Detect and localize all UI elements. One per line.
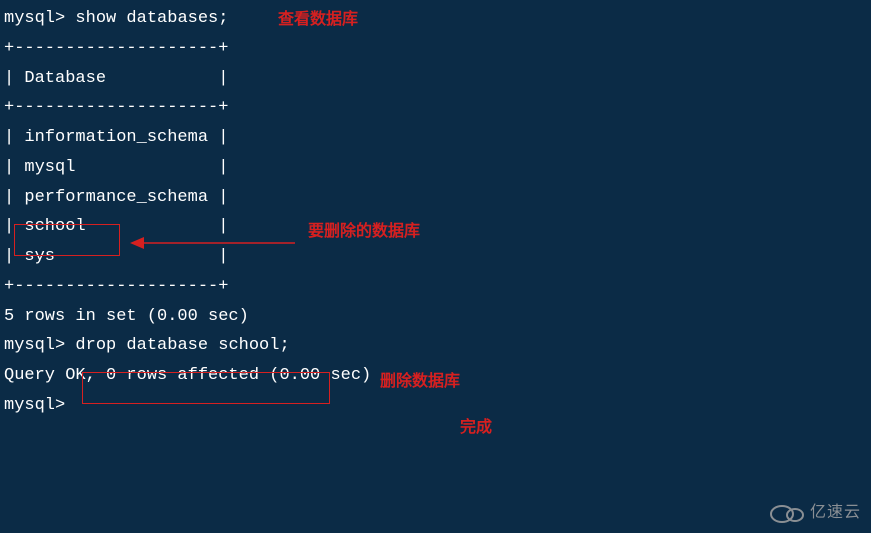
table-row: | information_schema | (4, 123, 867, 153)
annotation-to-delete: 要删除的数据库 (308, 218, 420, 246)
prompt: mysql> (4, 336, 75, 355)
table-row: | performance_schema | (4, 183, 867, 213)
table-header: | Database | (4, 64, 867, 94)
prompt: mysql> (4, 396, 65, 415)
result-line: 5 rows in set (0.00 sec) (4, 302, 867, 332)
watermark-text: 亿速云 (810, 499, 861, 527)
command-line-1: mysql> show databases; (4, 4, 867, 34)
annotation-delete-database: 删除数据库 (380, 368, 460, 396)
table-border-bottom: +--------------------+ (4, 272, 867, 302)
watermark: 亿速云 (768, 499, 861, 527)
highlight-box-drop-command (82, 372, 330, 404)
annotation-view-database: 查看数据库 (278, 6, 358, 34)
command: show databases; (75, 9, 228, 28)
arrow-icon (130, 237, 295, 239)
table-border-top: +--------------------+ (4, 34, 867, 64)
highlight-box-school (14, 224, 120, 256)
cloud-icon (768, 502, 806, 524)
table-row: | mysql | (4, 153, 867, 183)
terminal-output: mysql> show databases; +----------------… (4, 4, 867, 421)
command: drop database school; (75, 336, 289, 355)
prompt: mysql> (4, 9, 75, 28)
table-border-mid: +--------------------+ (4, 93, 867, 123)
annotation-done: 完成 (460, 414, 492, 442)
command-line-2: mysql> drop database school; (4, 331, 867, 361)
